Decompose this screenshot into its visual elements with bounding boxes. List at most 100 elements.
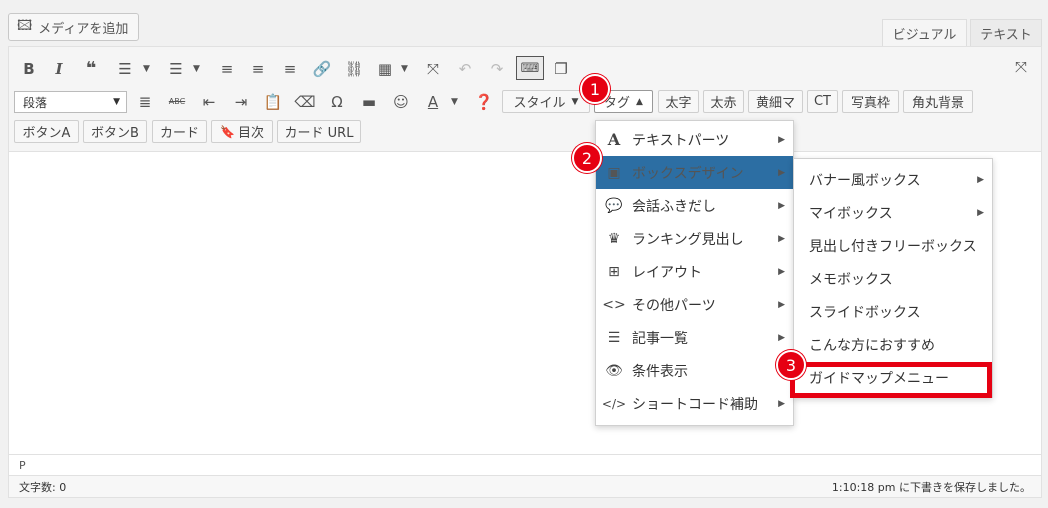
letter-a-icon: A bbox=[607, 130, 621, 149]
toolbar-toggle-button[interactable]: ⌨ bbox=[516, 56, 544, 80]
tab-text[interactable]: テキスト bbox=[970, 19, 1042, 46]
menu-item-label: 記事一覧 bbox=[632, 330, 688, 347]
toc-label: 目次 bbox=[237, 126, 264, 141]
menu-item-text-parts[interactable]: A テキストパーツ ▶ bbox=[596, 123, 793, 156]
chevron-right-icon: ▶ bbox=[778, 233, 785, 244]
chevron-right-icon: ▶ bbox=[778, 266, 785, 277]
align-center-icon[interactable]: ≡ bbox=[247, 58, 269, 80]
menu-item-speech-bubble[interactable]: 💬 会話ふきだし ▶ bbox=[596, 189, 793, 222]
chevron-right-icon: ▶ bbox=[778, 200, 785, 211]
submenu-item-recommend[interactable]: こんな方におすすめ bbox=[794, 328, 992, 361]
word-count: 文字数: 0 bbox=[19, 480, 67, 494]
card-url-button[interactable]: カード URL bbox=[277, 120, 361, 143]
chevron-right-icon: ▶ bbox=[778, 332, 785, 343]
bookmark-icon: 🔖 bbox=[220, 124, 235, 139]
submenu-item-my-box[interactable]: マイボックス ▶ bbox=[794, 196, 992, 229]
submenu-item-headed-box[interactable]: 見出し付きフリーボックス bbox=[794, 229, 992, 262]
chevron-right-icon: ▶ bbox=[778, 299, 785, 310]
submenu-item-banner-box[interactable]: バナー風ボックス ▶ bbox=[794, 163, 992, 196]
copy-icon[interactable]: ❐ bbox=[550, 58, 572, 80]
undo-icon[interactable]: ↶ bbox=[454, 58, 476, 80]
tag-menu: A テキストパーツ ▶ ▣ ボックスデザイン ▶ 💬 会話ふきだし ▶ ♛ ラン… bbox=[595, 120, 794, 426]
chevron-down-icon[interactable]: ▼ bbox=[143, 64, 150, 74]
button-a[interactable]: ボタンA bbox=[14, 120, 79, 143]
submenu-item-label: メモボックス bbox=[809, 271, 893, 288]
redo-icon[interactable]: ↷ bbox=[486, 58, 508, 80]
menu-item-shortcode[interactable]: </> ショートコード補助 ▶ bbox=[596, 387, 793, 420]
submenu-item-label: スライドボックス bbox=[809, 304, 921, 321]
toc-button[interactable]: 🔖 目次 bbox=[211, 120, 273, 143]
bold-style-button[interactable]: 太字 bbox=[658, 90, 699, 113]
distraction-free-icon[interactable]: ⤧ bbox=[1010, 56, 1032, 78]
photo-frame-button[interactable]: 写真枠 bbox=[842, 90, 899, 113]
button-b[interactable]: ボタンB bbox=[83, 120, 147, 143]
paragraph-format-value: 段落 bbox=[23, 95, 48, 110]
step-marker-2: 2 bbox=[572, 143, 602, 173]
paste-text-icon[interactable]: 📋 bbox=[262, 91, 284, 113]
keyboard-icon: ⌨ bbox=[520, 60, 540, 76]
code-icon: </> bbox=[601, 396, 627, 411]
crown-icon: ♛ bbox=[607, 230, 621, 247]
chevron-up-icon: ▲ bbox=[636, 96, 643, 107]
path-label: P bbox=[19, 458, 26, 472]
chevron-down-icon[interactable]: ▼ bbox=[193, 64, 200, 74]
submenu-item-memo-box[interactable]: メモボックス bbox=[794, 262, 992, 295]
strikethrough-icon[interactable]: ABC bbox=[166, 91, 188, 113]
list-icon: ☰ bbox=[607, 329, 621, 346]
chevron-right-icon: ▶ bbox=[778, 398, 785, 409]
menu-item-ranking-heading[interactable]: ♛ ランキング見出し ▶ bbox=[596, 222, 793, 255]
card-button[interactable]: カード bbox=[152, 120, 207, 143]
bullet-list-icon[interactable]: ☰ bbox=[114, 58, 136, 80]
unlink-icon[interactable]: ⛓ bbox=[343, 58, 365, 80]
eraser-icon[interactable]: ⌫ bbox=[294, 91, 316, 113]
table-icon[interactable]: ▦ bbox=[374, 58, 396, 80]
speech-icon: 💬 bbox=[605, 197, 623, 214]
text-color-icon[interactable]: A bbox=[422, 91, 444, 113]
more-tag-icon[interactable]: ▬ bbox=[358, 91, 380, 113]
chevron-down-icon[interactable]: ▼ bbox=[401, 64, 408, 74]
menu-item-label: その他パーツ bbox=[632, 297, 716, 314]
blockquote-icon[interactable]: ❝ bbox=[80, 58, 102, 80]
chevron-down-icon: ▼ bbox=[113, 97, 120, 107]
style-dropdown[interactable]: スタイル ▼ bbox=[502, 90, 590, 113]
submenu-item-label: 見出し付きフリーボックス bbox=[809, 238, 977, 255]
align-right-icon[interactable]: ≡ bbox=[279, 58, 301, 80]
outdent-icon[interactable]: ⇤ bbox=[198, 91, 220, 113]
menu-item-label: レイアウト bbox=[632, 264, 702, 281]
emoji-icon[interactable]: ☺ bbox=[390, 91, 412, 113]
menu-item-label: ボックスデザイン bbox=[632, 165, 744, 182]
rounded-bg-button[interactable]: 角丸背景 bbox=[903, 90, 973, 113]
paragraph-format-select[interactable]: 段落 ▼ bbox=[14, 91, 127, 113]
chevron-right-icon: ▶ bbox=[778, 167, 785, 178]
chevron-down-icon[interactable]: ▼ bbox=[451, 97, 458, 107]
highlight-box bbox=[790, 362, 992, 398]
submenu-item-slide-box[interactable]: スライドボックス bbox=[794, 295, 992, 328]
submenu-item-label: バナー風ボックス bbox=[809, 172, 921, 189]
box-icon: ▣ bbox=[607, 164, 621, 181]
numbered-list-icon[interactable]: ☰ bbox=[165, 58, 187, 80]
justify-icon[interactable]: ≣ bbox=[134, 91, 156, 113]
ct-button[interactable]: CT bbox=[807, 90, 838, 113]
indent-icon[interactable]: ⇥ bbox=[230, 91, 252, 113]
help-icon[interactable]: ❓ bbox=[473, 91, 495, 113]
bold-red-button[interactable]: 太赤 bbox=[703, 90, 744, 113]
media-icon: 🖾 bbox=[17, 18, 33, 34]
fullscreen-icon[interactable]: ⤧ bbox=[422, 58, 444, 80]
menu-item-other-parts[interactable]: <> その他パーツ ▶ bbox=[596, 288, 793, 321]
menu-item-article-list[interactable]: ☰ 記事一覧 ▶ bbox=[596, 321, 793, 354]
menu-item-conditional[interactable]: 👁 条件表示 bbox=[596, 354, 793, 387]
add-media-button[interactable]: 🖾 メディアを追加 bbox=[8, 13, 139, 41]
tab-visual[interactable]: ビジュアル bbox=[882, 19, 967, 46]
chevron-down-icon: ▼ bbox=[571, 96, 579, 107]
menu-item-label: テキストパーツ bbox=[632, 132, 730, 149]
menu-item-layout[interactable]: ⊞ レイアウト ▶ bbox=[596, 255, 793, 288]
autosave-status: 1:10:18 pm に下書きを保存しました。 bbox=[831, 480, 1031, 494]
bold-icon[interactable]: B bbox=[18, 58, 40, 80]
italic-icon[interactable]: I bbox=[48, 58, 70, 80]
yellow-marker-button[interactable]: 黄細マ bbox=[748, 90, 803, 113]
chevron-right-icon: ▶ bbox=[977, 174, 984, 185]
special-char-icon[interactable]: Ω bbox=[326, 91, 348, 113]
menu-item-box-design[interactable]: ▣ ボックスデザイン ▶ bbox=[596, 156, 793, 189]
link-icon[interactable]: 🔗 bbox=[311, 58, 333, 80]
align-left-icon[interactable]: ≡ bbox=[216, 58, 238, 80]
